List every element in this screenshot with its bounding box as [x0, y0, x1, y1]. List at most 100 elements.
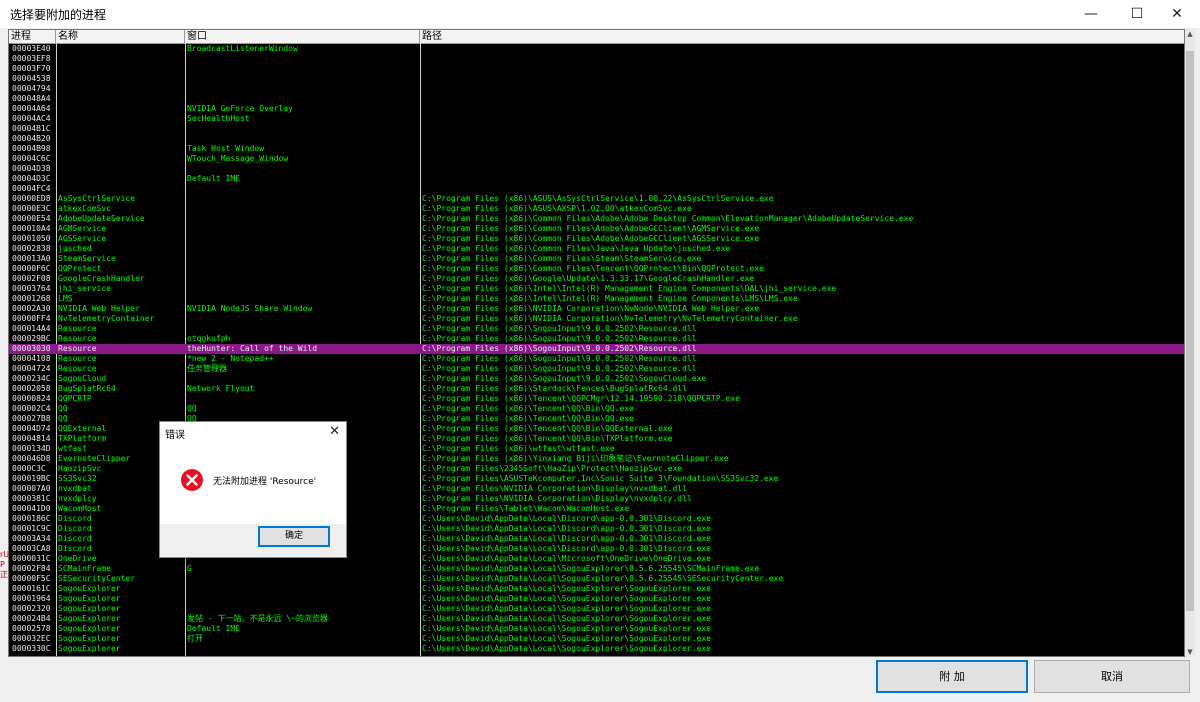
- background-window-edge: rU P 正: [0, 550, 10, 579]
- path-cell: [422, 163, 1182, 173]
- process-name-cell: [58, 53, 182, 63]
- title-bar: 选择要附加的进程 — ☐ ✕: [0, 0, 1200, 28]
- process-id-cell: 00004724: [12, 364, 51, 373]
- process-name-cell: SogouExplorer: [58, 634, 121, 643]
- window-title-cell: [187, 243, 419, 253]
- path-cell: [422, 73, 1182, 83]
- process-name-cell: [58, 153, 182, 163]
- process-name-cell: Resource: [58, 334, 97, 343]
- close-button[interactable]: ✕: [1154, 0, 1200, 28]
- column-header-name[interactable]: 名称: [56, 30, 185, 43]
- window-title-cell: Task Host Window: [187, 144, 265, 153]
- process-name-cell: NVIDIA Web Helper: [58, 304, 140, 313]
- process-id-cell: 00001C9C: [12, 524, 51, 533]
- column-header-process[interactable]: 进程: [9, 30, 56, 43]
- path-cell: C:\Program Files (x86)\wtfast\wtfast.exe: [422, 444, 615, 453]
- window-title-cell: [187, 203, 419, 213]
- process-id-cell: 00002A30: [12, 304, 51, 313]
- process-id-cell: 000007A0: [12, 484, 51, 493]
- process-row[interactable]: 0000330C SogouExplorer C:\Users\David\AppD…: [9, 644, 1184, 654]
- path-cell: C:\Users\David\AppData\Local\SogouExplor…: [422, 604, 711, 613]
- window-title-cell: 打开: [187, 634, 203, 643]
- process-name-cell: [58, 183, 182, 193]
- vertical-scrollbar[interactable]: ▲ ▼: [1185, 29, 1195, 657]
- column-header-path[interactable]: 路径: [420, 30, 1184, 43]
- process-id-cell: 00002578: [12, 624, 51, 633]
- dialog-message: 无法附加进程 'Resource': [213, 477, 317, 487]
- process-list[interactable]: 进程 名称 窗口 路径 00003E40 BroadcastListenerWin…: [8, 29, 1185, 657]
- path-cell: [422, 63, 1182, 73]
- process-name-cell: [58, 83, 182, 93]
- window-title-cell: [187, 283, 419, 293]
- process-id-cell: 00000824: [12, 394, 51, 403]
- ok-button[interactable]: 确定: [258, 526, 330, 547]
- path-cell: C:\Program Files (x86)\Common Files\Tenc…: [422, 264, 764, 273]
- window-title-cell: [187, 573, 419, 583]
- window-title-cell: Default IME: [187, 174, 240, 183]
- window-title-cell: [187, 193, 419, 203]
- process-id-cell: 000013A0: [12, 254, 51, 263]
- column-header-window[interactable]: 窗口: [185, 30, 420, 43]
- process-id-cell: 000032EC: [12, 634, 51, 643]
- path-cell: [422, 43, 1182, 53]
- process-id-cell: 00000F6C: [12, 264, 51, 273]
- path-cell: C:\Program Files (x86)\Intel\Intel(R) Ma…: [422, 284, 837, 293]
- window-title-cell: [187, 603, 419, 613]
- process-name-cell: QQPCRTP: [58, 394, 92, 403]
- process-name-cell: jusched: [58, 244, 92, 253]
- process-id-cell: 00001964: [12, 594, 51, 603]
- process-id-cell: 00002F08: [12, 274, 51, 283]
- path-cell: [422, 143, 1182, 153]
- process-id-cell: 00003030: [12, 344, 51, 353]
- process-id-cell: 0000186C: [12, 514, 51, 523]
- process-name-cell: AGMService: [58, 224, 107, 233]
- process-id-cell: 00003F70: [12, 64, 51, 73]
- process-name-cell: Resource: [58, 354, 97, 363]
- scroll-up-icon[interactable]: ▲: [1185, 29, 1195, 39]
- attach-button[interactable]: 附 加: [876, 660, 1028, 693]
- dialog-close-icon[interactable]: ✕: [329, 424, 340, 439]
- window-title-cell: [187, 323, 419, 333]
- window-title-cell: NVIDIA GeForce Overlay: [187, 104, 293, 113]
- path-cell: C:\Program Files\NVIDIA Corporation\Disp…: [422, 494, 692, 503]
- window-title-cell: [187, 583, 419, 593]
- process-name-cell: QQProtect: [58, 264, 102, 273]
- cancel-button[interactable]: 取消: [1034, 660, 1190, 693]
- process-name-cell: AGSService: [58, 234, 107, 243]
- process-id-cell: 000048A4: [12, 94, 51, 103]
- path-cell: C:\Program Files (x86)\Common Files\Adob…: [422, 214, 914, 223]
- process-id-cell: 00004108: [12, 354, 51, 363]
- scroll-down-icon[interactable]: ▼: [1185, 647, 1195, 657]
- process-id-cell: 00000E3C: [12, 204, 51, 213]
- scroll-thumb[interactable]: [1186, 51, 1194, 611]
- process-id-cell: 00004A64: [12, 104, 51, 113]
- path-cell: C:\Users\David\AppData\Local\Discord\app…: [422, 524, 711, 533]
- process-id-cell: 00000E54: [12, 214, 51, 223]
- path-cell: [422, 103, 1182, 113]
- path-cell: C:\Users\David\AppData\Local\SogouExplor…: [422, 574, 784, 583]
- process-id-cell: 000014A4: [12, 324, 51, 333]
- error-dialog: 错误 ✕ 无法附加进程 'Resource' 确定: [159, 421, 347, 558]
- path-cell: C:\Program Files (x86)\Common Files\Stea…: [422, 254, 702, 263]
- path-cell: C:\Program Files\Tablet\Wacom\WacomHost.…: [422, 504, 630, 513]
- window-title-cell: 发帖 - 下一站、不是永远 \~的浏览器: [187, 614, 328, 623]
- minimize-button[interactable]: —: [1068, 0, 1114, 28]
- path-cell: C:\Program Files (x86)\SogouInput\9.0.0.…: [422, 344, 697, 353]
- process-id-cell: 00000ED8: [12, 194, 51, 203]
- process-name-cell: [58, 133, 182, 143]
- process-id-cell: 0000C3C: [12, 464, 46, 473]
- path-cell: C:\Users\David\AppData\Local\SogouExplor…: [422, 564, 760, 573]
- process-name-cell: [58, 93, 182, 103]
- window-title-cell: [187, 183, 419, 193]
- path-cell: C:\Program Files (x86)\Stardock\Fences\B…: [422, 384, 687, 393]
- process-name-cell: SogouExplorer: [58, 594, 121, 603]
- path-cell: C:\Program Files (x86)\Tencent\QQ\Bin\QQ…: [422, 404, 634, 413]
- process-name-cell: Resource: [58, 344, 97, 353]
- process-id-cell: 00001050: [12, 234, 51, 243]
- process-id-cell: 00004794: [12, 84, 51, 93]
- path-cell: C:\Program Files\2345Soft\HaoZip\Protect…: [422, 464, 683, 473]
- path-cell: C:\Program Files (x86)\SogouInput\9.0.0.…: [422, 354, 697, 363]
- path-cell: C:\Users\David\AppData\Local\Microsoft\O…: [422, 554, 711, 563]
- process-id-cell: 00004D38: [12, 164, 51, 173]
- path-cell: [422, 83, 1182, 93]
